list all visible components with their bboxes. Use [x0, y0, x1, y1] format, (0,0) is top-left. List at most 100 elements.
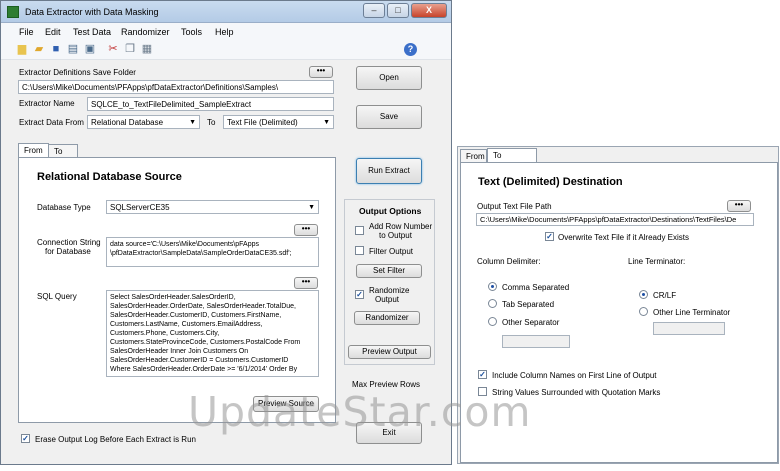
- extract-from-select[interactable]: Relational Database ▼: [87, 115, 200, 129]
- output-path-browse-button[interactable]: •••: [727, 200, 751, 212]
- connection-string-input[interactable]: data source='C:\Users\Mike\Documents\pFA…: [106, 237, 319, 267]
- toolbar: ▆ ▰ ■ ▤ ▣ ✂ ❐ ▦: [1, 40, 451, 60]
- connection-label: Connection String: [37, 238, 101, 247]
- sql-line: Customers.Phone, Customers.City,: [110, 330, 220, 337]
- extract-from-label: Extract Data From: [19, 118, 84, 127]
- sql-browse-button[interactable]: •••: [294, 277, 318, 289]
- db-type-select[interactable]: SQLServerCE35 ▼: [106, 200, 319, 214]
- tab-separated-label: Tab Separated: [502, 300, 555, 309]
- new-icon[interactable]: ▆: [15, 43, 29, 56]
- menu-help[interactable]: Help: [215, 27, 234, 37]
- tab-from[interactable]: From: [460, 149, 487, 163]
- save-folder-label: Extractor Definitions Save Folder: [19, 68, 136, 77]
- randomize-output-label-2: Output: [375, 295, 400, 304]
- extractor-name-input[interactable]: SQLCE_to_TextFileDelimited_SampleExtract: [87, 97, 334, 111]
- other-separator-label: Other Separator: [502, 318, 560, 327]
- extractor-name-label: Extractor Name: [19, 99, 75, 108]
- sql-line: Where SalesOrderHeader.OrderDate >= '6/1…: [110, 366, 298, 373]
- sql-line: SalesOrderHeader Inner Join Customers On: [110, 348, 249, 355]
- menu-tools[interactable]: Tools: [181, 27, 202, 37]
- extract-from-value: Relational Database: [91, 118, 164, 127]
- maximize-button[interactable]: □: [387, 3, 409, 18]
- run-extract-button[interactable]: Run Extract: [356, 158, 422, 184]
- window-title: Data Extractor with Data Masking: [25, 7, 159, 17]
- db-type-label: Database Type: [37, 203, 91, 212]
- add-row-number-label-2: to Output: [379, 231, 412, 240]
- connection-line: \pfDataExtractor\SampleData\SampleOrderD…: [110, 250, 292, 257]
- other-separator-radio[interactable]: [488, 317, 497, 326]
- watermark: UpdateStar.com: [188, 388, 532, 436]
- sql-query-label: SQL Query: [37, 292, 77, 301]
- db-type-value: SQLServerCE35: [110, 203, 170, 212]
- crlf-radio[interactable]: [639, 290, 648, 299]
- sql-line: SalesOrderHeader.CustomerID, Customers.F…: [110, 312, 282, 319]
- copy-icon[interactable]: ❐: [123, 43, 137, 56]
- open-folder-icon[interactable]: ▰: [32, 43, 46, 56]
- open-button[interactable]: Open: [356, 66, 422, 90]
- set-filter-button[interactable]: Set Filter: [356, 264, 422, 278]
- tab-to[interactable]: To: [487, 148, 537, 163]
- app-icon: [7, 6, 19, 18]
- sql-line: SalesOrderHeader.CustomerID = Customers.…: [110, 357, 289, 364]
- title-bar[interactable]: Data Extractor with Data Masking – □ X: [1, 1, 451, 23]
- randomizer-button[interactable]: Randomizer: [354, 311, 420, 325]
- connection-label-2: for Database: [45, 247, 91, 256]
- add-row-number-label: Add Row Number: [369, 222, 433, 231]
- output-path-label: Output Text File Path: [477, 202, 552, 211]
- include-column-names-checkbox[interactable]: ✓: [478, 370, 487, 379]
- menu-file[interactable]: File: [19, 27, 34, 37]
- menu-bar: File Edit Test Data Randomizer Tools Hel…: [1, 23, 451, 40]
- source-panel: Relational Database Source Database Type…: [18, 157, 336, 423]
- tab-from[interactable]: From: [18, 143, 49, 158]
- erase-log-checkbox[interactable]: ✓: [21, 434, 30, 443]
- print-icon[interactable]: ▤: [66, 43, 80, 56]
- sql-query-input[interactable]: Select SalesOrderHeader.SalesOrderID, Sa…: [106, 290, 319, 377]
- comma-separated-radio[interactable]: [488, 282, 497, 291]
- chevron-down-icon: ▼: [323, 119, 330, 126]
- chevron-down-icon: ▼: [189, 119, 196, 126]
- save-button[interactable]: Save: [356, 105, 422, 129]
- overwrite-checkbox[interactable]: ✓: [545, 232, 554, 241]
- print-preview-icon[interactable]: ▣: [83, 43, 97, 56]
- save-folder-input[interactable]: C:\Users\Mike\Documents\PFApps\pfDataExt…: [18, 80, 334, 94]
- extract-to-value: Text File (Delimited): [227, 118, 298, 127]
- randomize-output-checkbox[interactable]: ✓: [355, 290, 364, 299]
- include-column-names-label: Include Column Names on First Line of Ou…: [492, 371, 657, 380]
- help-icon[interactable]: ?: [404, 43, 417, 56]
- save-folder-browse-button[interactable]: •••: [309, 66, 333, 78]
- randomize-output-label: Randomize: [369, 286, 410, 295]
- cut-icon[interactable]: ✂: [106, 43, 120, 56]
- output-options-title: Output Options: [359, 206, 422, 216]
- other-line-terminator-radio[interactable]: [639, 307, 648, 316]
- output-options-group: Output Options Add Row Number to Output …: [344, 199, 435, 365]
- tab-separated-radio[interactable]: [488, 299, 497, 308]
- preview-output-button[interactable]: Preview Output: [348, 345, 431, 359]
- connection-line: data source='C:\Users\Mike\Documents\pFA…: [110, 241, 259, 248]
- output-path-input[interactable]: C:\Users\Mike\Documents\PFApps\pfDataExt…: [476, 213, 754, 226]
- crlf-label: CR/LF: [653, 291, 677, 300]
- menu-edit[interactable]: Edit: [45, 27, 61, 37]
- menu-test-data[interactable]: Test Data: [73, 27, 111, 37]
- paste-icon[interactable]: ▦: [140, 43, 154, 56]
- other-line-terminator-input[interactable]: [653, 322, 725, 335]
- extract-to-select[interactable]: Text File (Delimited) ▼: [223, 115, 334, 129]
- minimize-button[interactable]: –: [363, 3, 385, 18]
- sql-line: Select SalesOrderHeader.SalesOrderID,: [110, 294, 236, 301]
- menu-randomizer[interactable]: Randomizer: [121, 27, 170, 37]
- tab-to[interactable]: To: [48, 144, 78, 158]
- connection-browse-button[interactable]: •••: [294, 224, 318, 236]
- sql-line: Customers.StateProvinceCode, Customers.P…: [110, 339, 301, 346]
- column-delimiter-label: Column Delimiter:: [477, 257, 541, 266]
- save-icon[interactable]: ■: [49, 43, 63, 56]
- chevron-down-icon: ▼: [308, 204, 315, 211]
- sql-line: Customers.LastName, Customers.EmailAddre…: [110, 321, 263, 328]
- sql-line: SalesOrderHeader.OrderDate, SalesOrderHe…: [110, 303, 296, 310]
- close-button[interactable]: X: [411, 3, 447, 18]
- add-row-number-checkbox[interactable]: [355, 226, 364, 235]
- line-terminator-label: Line Terminator:: [628, 257, 686, 266]
- filter-output-checkbox[interactable]: [355, 246, 364, 255]
- erase-log-label: Erase Output Log Before Each Extract is …: [35, 435, 196, 444]
- other-separator-input[interactable]: [502, 335, 570, 348]
- other-line-terminator-label: Other Line Terminator: [653, 308, 731, 317]
- overwrite-label: Overwrite Text File if it Already Exists: [558, 233, 689, 242]
